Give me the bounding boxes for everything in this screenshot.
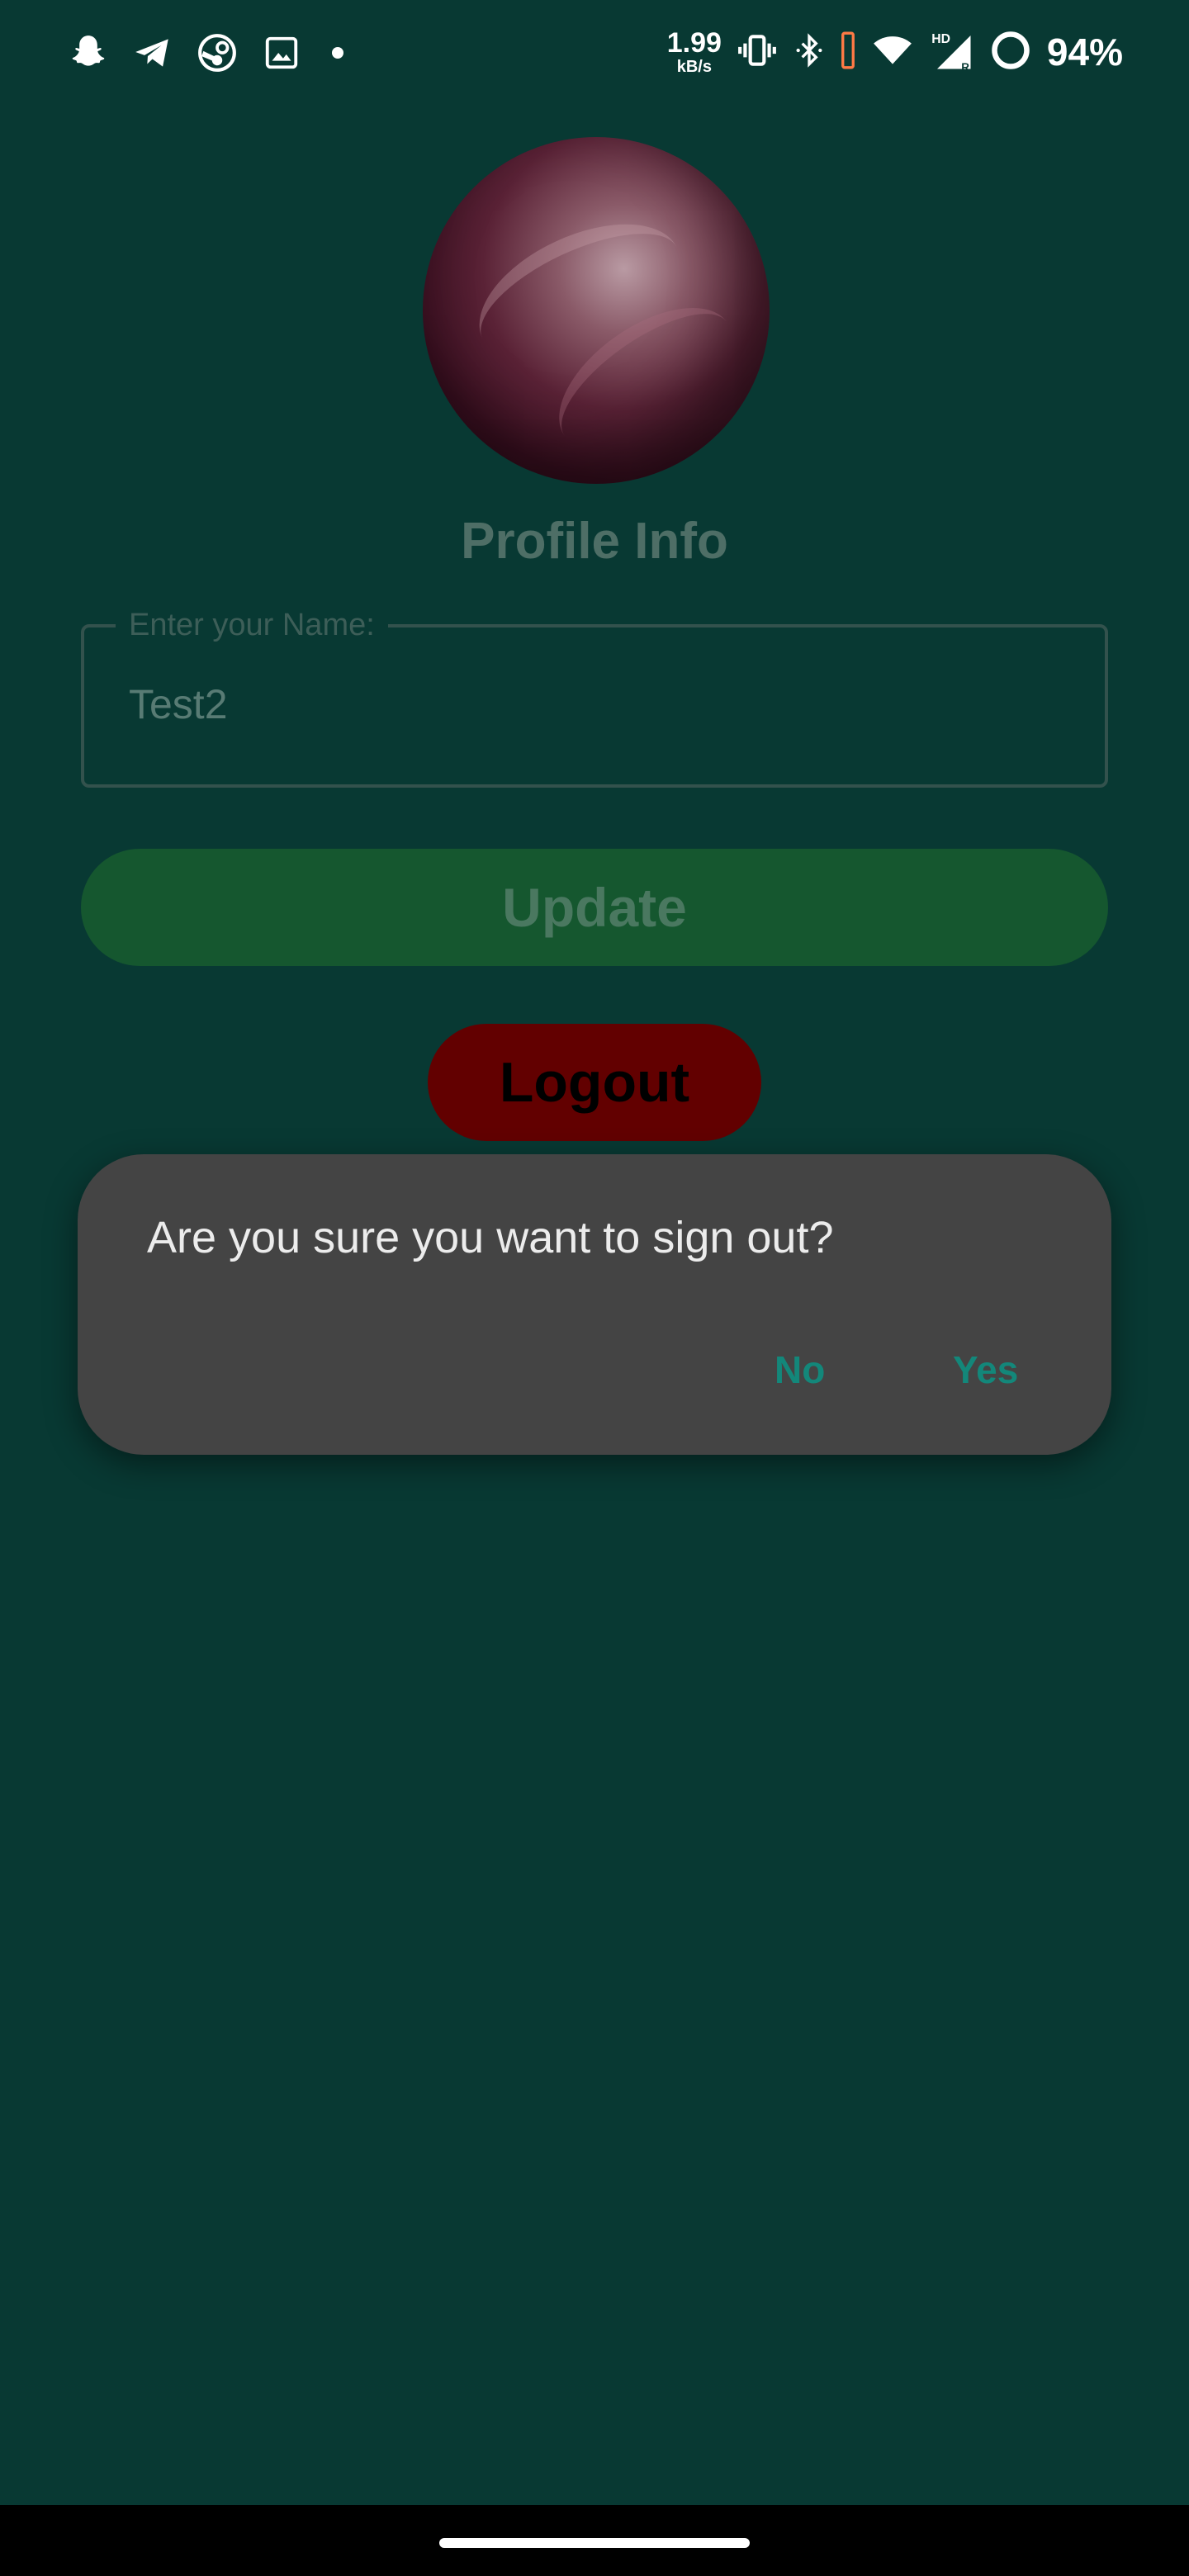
telegram-icon (130, 31, 175, 75)
snapchat-icon (66, 31, 111, 75)
update-button[interactable]: Update (81, 849, 1108, 966)
logout-button[interactable]: Logout (428, 1024, 761, 1141)
steam-icon (195, 31, 239, 75)
bluetooth-icon (793, 30, 826, 75)
battery-percent: 94% (1046, 31, 1123, 73)
gesture-handle[interactable] (439, 2538, 750, 2548)
battery-ring-icon (989, 29, 1032, 76)
gallery-icon (259, 31, 304, 75)
svg-text:R: R (961, 60, 969, 73)
name-field[interactable] (81, 624, 1108, 788)
status-bar: 1.99 kB/s HD R 94% (0, 0, 1189, 104)
vibrate-icon (737, 30, 778, 75)
network-speed-value: 1.99 (666, 27, 722, 59)
sign-out-dialog: Are you sure you want to sign out? No Ye… (78, 1154, 1111, 1455)
navigation-bar (0, 2505, 1189, 2576)
system-icons: 1.99 kB/s HD R 94% (667, 25, 1123, 79)
name-field-value[interactable]: Test2 (129, 680, 228, 728)
battery-alert-icon (841, 30, 855, 75)
notification-icons (66, 30, 343, 76)
network-speed: 1.99 kB/s (667, 29, 722, 75)
yes-button[interactable]: Yes (953, 1347, 1018, 1392)
no-button[interactable]: No (775, 1347, 825, 1392)
svg-text:HD: HD (931, 32, 950, 46)
network-speed-unit: kB/s (676, 58, 712, 76)
notification-dot-icon (332, 47, 343, 59)
profile-avatar[interactable] (423, 137, 770, 484)
signal-hd-icon: HD R (930, 27, 974, 78)
page-title: Profile Info (461, 513, 728, 570)
dialog-message: Are you sure you want to sign out? (147, 1213, 834, 1262)
wifi-icon (870, 30, 915, 75)
name-field-label: Enter your Name: (116, 608, 388, 643)
